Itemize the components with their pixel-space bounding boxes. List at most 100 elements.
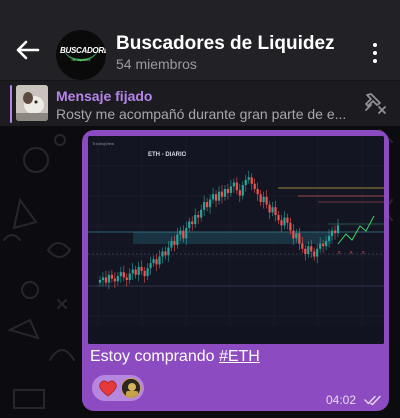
chart-image[interactable]: TradingView ETH - DIARIO xxx — [88, 136, 384, 344]
candle-body — [280, 220, 283, 226]
candle-body — [194, 215, 197, 225]
candle-body — [217, 191, 221, 201]
candle-body — [307, 246, 310, 254]
pinned-preview-text: Rosty me acompañó durante gran parte de … — [56, 106, 347, 122]
candle-body — [325, 241, 328, 247]
candle-body — [304, 248, 307, 254]
candle-body — [206, 202, 209, 208]
candle-body — [119, 272, 122, 277]
candle-body — [110, 274, 113, 279]
candle-body — [253, 183, 256, 189]
group-title[interactable]: Buscadores de Liquidez — [116, 33, 335, 55]
candle-body — [292, 230, 295, 239]
menu-dot — [373, 59, 377, 63]
candle-body — [220, 191, 224, 197]
candle-body — [113, 278, 116, 282]
candle-body — [336, 225, 340, 234]
candle-body — [164, 251, 167, 256]
candle-body — [301, 243, 304, 249]
candle-body — [313, 251, 316, 257]
liquidity-zone — [133, 232, 333, 244]
candle-body — [146, 268, 149, 277]
candle-body — [134, 269, 137, 275]
candle-body — [289, 222, 292, 231]
candle-body — [140, 267, 143, 271]
message-caption: Estoy comprando #ETH — [90, 348, 260, 366]
pinned-message-thumbnail — [16, 85, 48, 121]
x-axis-strip — [88, 326, 384, 344]
candle-body — [271, 207, 274, 213]
heart-reaction-icon[interactable] — [98, 379, 118, 397]
eth-daily-chart: TradingView ETH - DIARIO xxx — [88, 136, 384, 344]
unpin-icon[interactable] — [362, 90, 388, 114]
caption-text: Estoy comprando — [90, 348, 219, 365]
candle-body — [149, 263, 152, 269]
candle-body — [188, 221, 191, 228]
telegram-chat-screen: BUSCADORES de liquidez Buscadores de Liq… — [0, 0, 400, 418]
candle-body — [179, 230, 182, 235]
candle-body — [107, 274, 111, 283]
dog-photo-icon — [16, 85, 48, 121]
candle-body — [208, 199, 212, 208]
message-timestamp: 04:02 — [326, 393, 357, 407]
candle-body — [214, 194, 218, 201]
candle-body — [298, 233, 301, 244]
candle-body — [152, 259, 155, 264]
candle-body — [197, 215, 200, 218]
candle-body — [322, 243, 325, 247]
candle-body — [101, 277, 105, 280]
candle-body — [182, 230, 185, 239]
back-arrow-icon[interactable] — [14, 38, 40, 62]
candle-body — [191, 221, 194, 225]
candle-body — [256, 189, 259, 195]
pinned-message-bar[interactable]: Mensaje fijado Rosty me acompañó durante… — [0, 80, 400, 126]
chart-header-text: TradingView — [92, 141, 114, 146]
candle-body — [262, 196, 265, 202]
eth-hashtag-link[interactable]: #ETH — [219, 348, 260, 365]
candle-body — [247, 177, 250, 180]
candle-body — [158, 256, 161, 265]
reactor-avatar — [121, 378, 141, 398]
menu-dot — [373, 51, 377, 55]
pinned-accent-line — [10, 85, 12, 123]
candle-body — [185, 228, 188, 239]
candle-body — [137, 267, 140, 275]
candle-body — [327, 235, 331, 241]
avatar-logo-text: BUSCADORES — [60, 46, 106, 55]
candle-body — [229, 186, 232, 193]
candle-body — [250, 177, 253, 184]
candle-body — [167, 247, 170, 256]
candle-body — [116, 276, 119, 282]
group-avatar[interactable]: BUSCADORES de liquidez — [56, 30, 106, 80]
reactor-avatar-icon — [122, 379, 140, 397]
candle-body — [333, 230, 337, 234]
candle-body — [277, 215, 280, 221]
read-checkmarks-icon — [364, 395, 381, 406]
reaction-chip[interactable] — [92, 375, 144, 401]
candle-body — [295, 233, 298, 239]
candle-body — [155, 259, 158, 265]
candle-body — [316, 248, 319, 257]
more-options-icon[interactable] — [368, 42, 382, 64]
candle-body — [259, 194, 262, 202]
candle-body — [125, 277, 128, 280]
candle-body — [173, 241, 176, 245]
candle-body — [226, 189, 230, 193]
candle-body — [232, 182, 235, 187]
candle-body — [310, 246, 313, 252]
candle-body — [241, 185, 244, 196]
candle-body — [211, 194, 215, 200]
chart-title: ETH - DIARIO — [148, 152, 187, 158]
candle-body — [330, 230, 334, 236]
avatar-logo-subtext: de liquidez — [71, 57, 91, 62]
candle-body — [235, 182, 238, 191]
candle-body — [265, 196, 268, 205]
candle-body — [203, 202, 206, 210]
chat-header: BUSCADORES de liquidez Buscadores de Liq… — [0, 0, 400, 80]
menu-dot — [373, 43, 377, 47]
candle-body — [143, 270, 146, 277]
pinned-title: Mensaje fijado — [56, 88, 153, 104]
candle-body — [170, 241, 173, 248]
candle-body — [98, 280, 102, 283]
candle-body — [286, 217, 289, 223]
